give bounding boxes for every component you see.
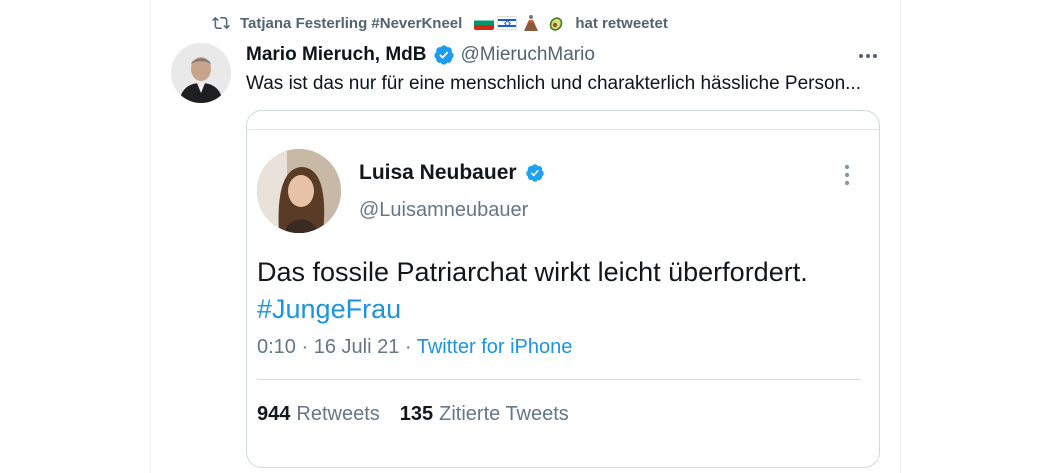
author-handle[interactable]: @MieruchMario (461, 44, 595, 66)
tweet-image-screenshot[interactable]: Luisa Neubauer @Luisamneubauer Das fossi… (246, 110, 880, 468)
quoted-source: Twitter for iPhone (416, 336, 573, 358)
quoted-author: Luisa Neubauer (359, 161, 545, 185)
volcano-icon (524, 15, 539, 31)
tweet-text: Was ist das nur für eine menschlich und … (246, 73, 861, 94)
embed-top-divider (247, 129, 879, 130)
quoted-timestamp: 0:10 · 16 Juli 21 · (257, 336, 417, 358)
quoted-text: Das fossile Patriarchat wirkt leicht übe… (257, 254, 808, 328)
retweets-stat: 944 Retweets (257, 403, 380, 426)
tweet-header: Mario Mieruch, MdB @MieruchMario (246, 44, 595, 66)
author-avatar-image (171, 43, 231, 103)
author-name[interactable]: Mario Mieruch, MdB (246, 44, 427, 66)
retweet-icon (212, 16, 230, 30)
retweet-suffix: hat retweetet (575, 14, 668, 32)
quoted-divider (257, 379, 861, 380)
quotes-stat: 135 Zitierte Tweets (400, 403, 569, 426)
more-horizontal-icon[interactable] (856, 44, 880, 68)
bulgaria-flag-icon (474, 16, 495, 30)
quoted-avatar (257, 149, 341, 233)
retweeter-emojis (474, 14, 567, 32)
quoted-avatar-image (257, 149, 341, 233)
more-vertical-icon (844, 164, 850, 186)
retweets-label: Retweets (296, 403, 380, 425)
israel-flag-icon (497, 16, 518, 30)
retweeter-name[interactable]: Tatjana Festerling #NeverKneel (240, 15, 462, 32)
retweets-count: 944 (257, 403, 291, 425)
quoted-author-name: Luisa Neubauer (359, 161, 517, 184)
quoted-text-line: Das fossile Patriarchat wirkt leicht übe… (257, 257, 808, 287)
retweet-context[interactable]: Tatjana Festerling #NeverKneel hat retwe… (210, 12, 668, 34)
quoted-stats: 944 Retweets 135 Zitierte Tweets (257, 403, 569, 426)
author-avatar[interactable] (171, 43, 231, 103)
quoted-meta: 0:10 · 16 Juli 21 · Twitter for iPhone (257, 336, 572, 359)
quoted-hashtag: #JungeFrau (257, 294, 402, 324)
quotes-label: Zitierte Tweets (439, 403, 569, 425)
verified-badge-icon (433, 45, 454, 65)
quotes-count: 135 (399, 403, 434, 425)
quoted-verified-icon (525, 164, 544, 182)
avocado-icon (549, 17, 563, 31)
quoted-handle: @Luisamneubauer (359, 199, 529, 221)
